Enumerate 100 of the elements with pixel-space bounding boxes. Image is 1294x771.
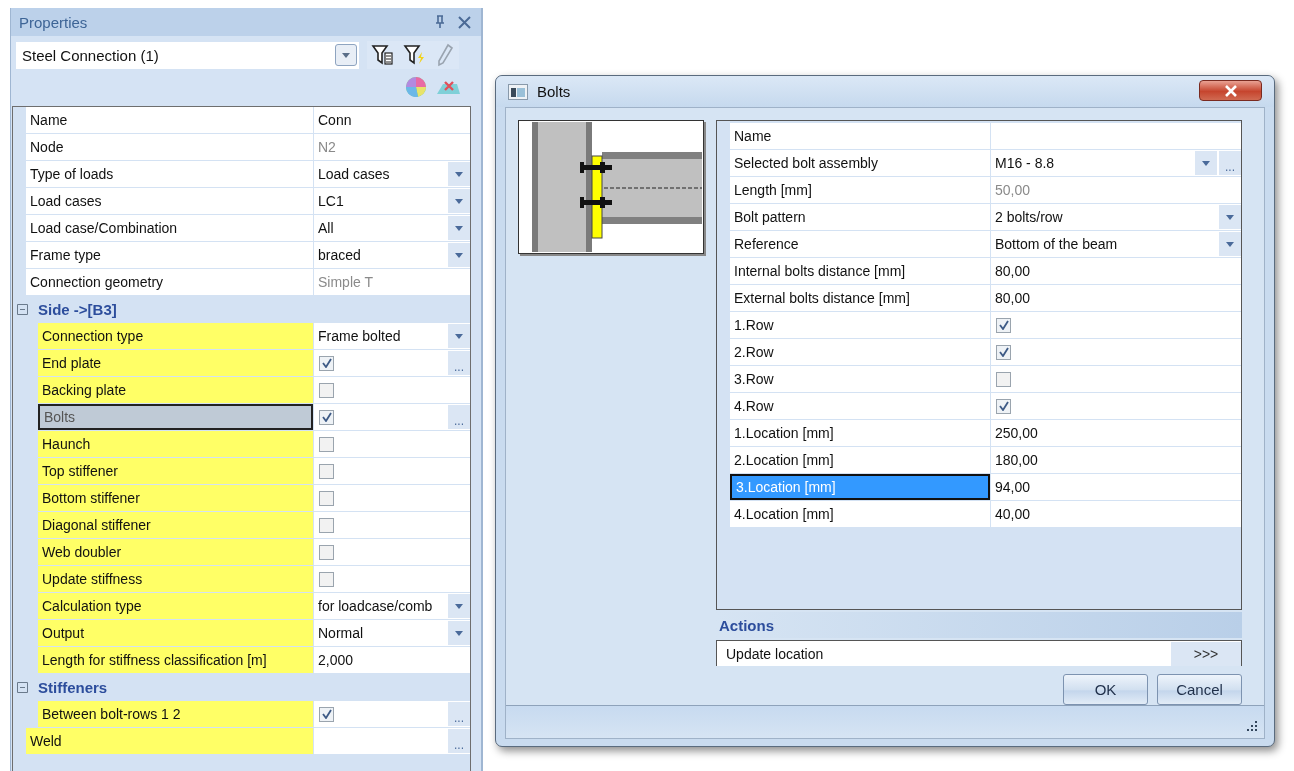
property-name[interactable]: 1.Row <box>730 312 990 338</box>
value-cell[interactable]: Load cases <box>314 161 470 187</box>
dropdown-button[interactable] <box>448 216 470 240</box>
property-name[interactable]: Web doubler <box>38 539 313 565</box>
value-cell[interactable] <box>314 566 470 592</box>
value-cell[interactable] <box>991 312 1241 338</box>
pin-icon[interactable] <box>434 15 446 29</box>
property-name[interactable]: 4.Row <box>730 393 990 419</box>
more-button[interactable]: ... <box>448 702 470 726</box>
more-button[interactable]: ... <box>448 405 470 429</box>
property-name[interactable]: Internal bolts distance [mm] <box>730 258 990 284</box>
value-cell[interactable]: 2,000 <box>314 647 470 673</box>
value-cell[interactable] <box>314 377 470 403</box>
property-name[interactable]: Diagonal stiffener <box>38 512 313 538</box>
dropdown-button[interactable] <box>448 594 470 618</box>
checkbox[interactable] <box>319 409 334 425</box>
value-cell[interactable]: braced <box>314 242 470 268</box>
checkbox[interactable] <box>319 517 334 533</box>
property-name[interactable]: Bottom stiffener <box>38 485 313 511</box>
value-cell[interactable]: M16 - 8.8 ... <box>991 150 1241 176</box>
property-name[interactable]: Bolt pattern <box>730 204 990 230</box>
property-name[interactable]: Between bolt-rows 1 2 <box>38 701 313 727</box>
filter-icon[interactable] <box>403 43 427 67</box>
property-name[interactable]: End plate <box>38 350 313 376</box>
close-icon[interactable] <box>458 15 471 29</box>
property-name[interactable]: Bolts <box>38 404 313 430</box>
value-cell[interactable]: for loadcase/comb <box>314 593 470 619</box>
property-name[interactable]: Update stiffness <box>38 566 313 592</box>
dropdown-button[interactable] <box>448 189 470 213</box>
resize-grip-icon[interactable] <box>1246 720 1258 732</box>
dropdown-button[interactable] <box>1219 205 1241 229</box>
value-cell[interactable] <box>991 366 1241 392</box>
property-name[interactable]: Load cases <box>26 188 313 214</box>
checkbox[interactable] <box>319 706 334 722</box>
checkbox[interactable] <box>319 436 334 452</box>
checkbox[interactable] <box>319 355 334 371</box>
value-cell[interactable]: Bottom of the beam <box>991 231 1241 257</box>
dropdown-button[interactable] <box>448 324 470 348</box>
property-name[interactable]: Reference <box>730 231 990 257</box>
property-name[interactable]: Connection type <box>38 323 313 349</box>
dropdown-button[interactable] <box>448 621 470 645</box>
property-name[interactable]: Haunch <box>38 431 313 457</box>
value-cell[interactable]: 40,00 <box>991 501 1241 527</box>
value-cell[interactable] <box>314 431 470 457</box>
value-cell[interactable]: 2 bolts/row <box>991 204 1241 230</box>
more-button[interactable]: ... <box>1219 151 1241 175</box>
property-name[interactable]: Backing plate <box>38 377 313 403</box>
property-name[interactable]: Weld <box>26 728 313 754</box>
ok-button[interactable]: OK <box>1063 674 1148 705</box>
collapse-icon[interactable] <box>17 303 28 315</box>
property-name[interactable]: External bolts distance [mm] <box>730 285 990 311</box>
value-cell[interactable] <box>314 539 470 565</box>
value-cell[interactable]: 180,00 <box>991 447 1241 473</box>
value-cell[interactable]: All <box>314 215 470 241</box>
property-name[interactable]: 1.Location [mm] <box>730 420 990 446</box>
value-cell[interactable]: 80,00 <box>991 285 1241 311</box>
dropdown-button[interactable] <box>1219 232 1241 256</box>
checkbox[interactable] <box>996 371 1011 387</box>
value-cell[interactable]: ... <box>314 404 470 430</box>
value-cell[interactable] <box>991 123 1241 149</box>
value-cell[interactable] <box>991 393 1241 419</box>
filter-icon[interactable] <box>371 43 395 67</box>
property-name[interactable]: Name <box>730 123 990 149</box>
value-cell[interactable]: 80,00 <box>991 258 1241 284</box>
checkbox[interactable] <box>319 490 334 506</box>
value-cell[interactable]: ... <box>314 701 470 727</box>
value-cell[interactable] <box>991 339 1241 365</box>
collapse-icon[interactable] <box>17 681 28 693</box>
value-cell[interactable]: ... <box>314 350 470 376</box>
group-header[interactable]: Stiffeners <box>38 678 108 696</box>
checkbox[interactable] <box>319 382 334 398</box>
value-cell[interactable]: ... <box>314 728 470 754</box>
value-cell[interactable] <box>314 512 470 538</box>
value-cell[interactable]: LC1 <box>314 188 470 214</box>
dropdown-button[interactable] <box>448 162 470 186</box>
close-button[interactable] <box>1199 80 1262 101</box>
property-name[interactable]: 3.Row <box>730 366 990 392</box>
run-button[interactable]: >>> <box>1171 641 1241 666</box>
checkbox[interactable] <box>319 544 334 560</box>
pencil-icon[interactable] <box>435 43 455 67</box>
property-name[interactable]: Type of loads <box>26 161 313 187</box>
property-name[interactable]: 2.Location [mm] <box>730 447 990 473</box>
more-button[interactable]: ... <box>448 351 470 375</box>
selection-combo[interactable]: Steel Connection (1) <box>16 41 359 69</box>
value-cell[interactable]: Conn <box>314 107 470 133</box>
property-name[interactable]: Top stiffener <box>38 458 313 484</box>
property-name[interactable]: Output <box>38 620 313 646</box>
dropdown-button[interactable] <box>335 44 357 66</box>
more-button[interactable]: ... <box>448 729 470 753</box>
property-name[interactable]: Length for stiffness classification [m] <box>38 647 313 673</box>
group-header[interactable]: Side ->[B3] <box>38 300 117 318</box>
dropdown-button[interactable] <box>1195 151 1217 175</box>
dropdown-button[interactable] <box>448 243 470 267</box>
property-name[interactable]: 4.Location [mm] <box>730 501 990 527</box>
property-name[interactable]: Name <box>26 107 313 133</box>
cancel-button[interactable]: Cancel <box>1157 674 1242 705</box>
value-cell[interactable]: 94,00 <box>991 474 1241 500</box>
property-name[interactable]: Load case/Combination <box>26 215 313 241</box>
property-name[interactable]: Selected bolt assembly <box>730 150 990 176</box>
value-cell[interactable] <box>314 485 470 511</box>
